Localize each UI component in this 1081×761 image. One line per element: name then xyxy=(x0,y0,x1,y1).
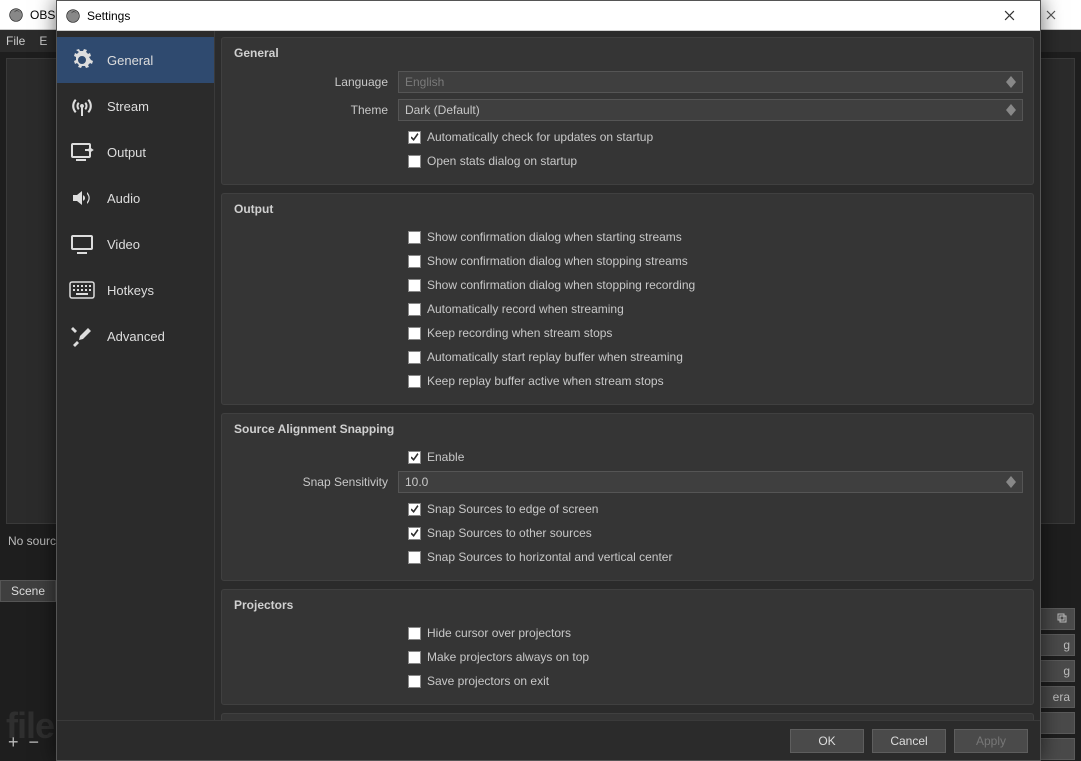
checkbox-snap-0[interactable] xyxy=(408,503,421,516)
monitor-icon xyxy=(69,231,95,257)
checkbox-general-0[interactable] xyxy=(408,131,421,144)
checkbox-output-0[interactable] xyxy=(408,231,421,244)
section-projectors: Projectors Hide cursor over projectors Ma… xyxy=(221,589,1034,705)
copy-icon[interactable] xyxy=(1056,612,1068,627)
check-label: Snap Sources to other sources xyxy=(427,526,592,540)
settings-titlebar: Settings xyxy=(57,1,1040,31)
checkbox-output-4[interactable] xyxy=(408,327,421,340)
keyboard-icon xyxy=(69,277,95,303)
sidebar-item-general[interactable]: General xyxy=(57,37,214,83)
checkbox-output-1[interactable] xyxy=(408,255,421,268)
checkbox-general-1[interactable] xyxy=(408,155,421,168)
sidebar-item-advanced[interactable]: Advanced xyxy=(57,313,214,359)
checkbox-output-3[interactable] xyxy=(408,303,421,316)
check-label: Show confirmation dialog when starting s… xyxy=(427,230,682,244)
section-title: Output xyxy=(234,202,1023,216)
check-label: Hide cursor over projectors xyxy=(427,626,571,640)
settings-content: General Language English Theme Dark (D xyxy=(215,31,1040,720)
check-label: Keep replay buffer active when stream st… xyxy=(427,374,664,388)
checkbox-snap-1[interactable] xyxy=(408,527,421,540)
check-label: Enable xyxy=(427,450,464,464)
snap-sensitivity-input[interactable]: 10.0 xyxy=(398,471,1023,493)
updown-icon xyxy=(1006,73,1020,91)
section-title: General xyxy=(234,46,1023,60)
sidebar-item-label: Audio xyxy=(107,191,140,206)
snap-sensitivity-label: Snap Sensitivity xyxy=(234,475,398,489)
right-side-buttons: g g era xyxy=(1037,608,1075,760)
language-label: Language xyxy=(234,75,398,89)
cancel-button[interactable]: Cancel xyxy=(872,729,946,753)
check-label: Show confirmation dialog when stopping r… xyxy=(427,278,695,292)
ok-button[interactable]: OK xyxy=(790,729,864,753)
menu-file[interactable]: File xyxy=(6,34,25,48)
remove-scene-icon[interactable]: − xyxy=(29,732,40,753)
check-label: Snap Sources to edge of screen xyxy=(427,502,598,516)
output-icon xyxy=(69,139,95,165)
sidebar-item-label: General xyxy=(107,53,153,68)
check-label: Automatically check for updates on start… xyxy=(427,130,653,144)
sidebar-item-audio[interactable]: Audio xyxy=(57,175,214,221)
sidebar-item-label: Video xyxy=(107,237,140,252)
section-system-tray: System Tray EnableMinimize to system tra… xyxy=(221,713,1034,720)
sidebar-item-label: Hotkeys xyxy=(107,283,154,298)
sidebar-item-label: Output xyxy=(107,145,146,160)
check-label: Snap Sources to horizontal and vertical … xyxy=(427,550,672,564)
checkbox-snap-2[interactable] xyxy=(408,551,421,564)
speaker-icon xyxy=(69,185,95,211)
settings-sidebar: General Stream Output Audio Video Hotkey… xyxy=(57,31,215,720)
checkbox-projector-2[interactable] xyxy=(408,675,421,688)
settings-title: Settings xyxy=(87,9,130,23)
check-label: Save projectors on exit xyxy=(427,674,549,688)
theme-label: Theme xyxy=(234,103,398,117)
scene-tab[interactable]: Scene xyxy=(0,580,56,602)
check-label: Keep recording when stream stops xyxy=(427,326,612,340)
check-label: Open stats dialog on startup xyxy=(427,154,577,168)
theme-select[interactable]: Dark (Default) xyxy=(398,99,1023,121)
checkbox-output-5[interactable] xyxy=(408,351,421,364)
sidebar-item-label: Advanced xyxy=(107,329,165,344)
checkbox-snapping-enable[interactable] xyxy=(408,451,421,464)
apply-button[interactable]: Apply xyxy=(954,729,1028,753)
sidebar-item-video[interactable]: Video xyxy=(57,221,214,267)
check-label: Automatically start replay buffer when s… xyxy=(427,350,683,364)
settings-footer: OK Cancel Apply xyxy=(57,720,1040,760)
sidebar-item-output[interactable]: Output xyxy=(57,129,214,175)
sidebar-item-hotkeys[interactable]: Hotkeys xyxy=(57,267,214,313)
language-select[interactable]: English xyxy=(398,71,1023,93)
sidebar-item-stream[interactable]: Stream xyxy=(57,83,214,129)
settings-dialog: Settings General Stream Output Audio xyxy=(56,0,1041,761)
antenna-icon xyxy=(69,93,95,119)
section-title: Projectors xyxy=(234,598,1023,612)
updown-icon xyxy=(1006,101,1020,119)
close-button[interactable] xyxy=(987,2,1032,30)
no-sources-text: No sourc xyxy=(8,534,56,548)
obs-title: OBS xyxy=(30,8,55,22)
checkbox-projector-1[interactable] xyxy=(408,651,421,664)
add-scene-icon[interactable]: + xyxy=(8,732,19,753)
section-snapping: Source Alignment Snapping Enable Snap Se… xyxy=(221,413,1034,581)
updown-icon xyxy=(1006,473,1020,491)
check-label: Make projectors always on top xyxy=(427,650,589,664)
section-output: Output Show confirmation dialog when sta… xyxy=(221,193,1034,405)
gear-icon xyxy=(69,47,95,73)
checkbox-output-2[interactable] xyxy=(408,279,421,292)
obs-logo-icon xyxy=(8,7,24,23)
obs-logo-icon xyxy=(65,8,81,24)
menu-edit[interactable]: E xyxy=(39,34,47,48)
tools-icon xyxy=(69,323,95,349)
checkbox-projector-0[interactable] xyxy=(408,627,421,640)
sidebar-item-label: Stream xyxy=(107,99,149,114)
section-general: General Language English Theme Dark (D xyxy=(221,37,1034,185)
checkbox-output-6[interactable] xyxy=(408,375,421,388)
section-title: Source Alignment Snapping xyxy=(234,422,1023,436)
check-label: Automatically record when streaming xyxy=(427,302,624,316)
check-label: Show confirmation dialog when stopping s… xyxy=(427,254,688,268)
